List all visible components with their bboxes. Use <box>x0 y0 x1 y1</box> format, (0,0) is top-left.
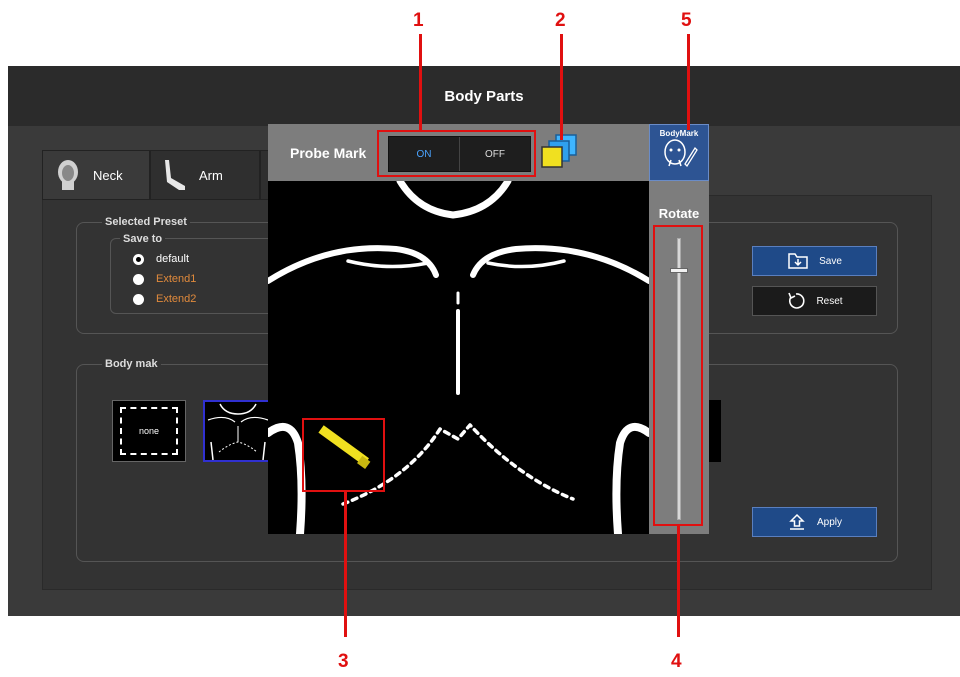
arm-icon <box>165 160 185 190</box>
callout-number-3: 3 <box>338 651 349 672</box>
callout-number-2: 2 <box>555 10 566 31</box>
radio-extend1-label: Extend1 <box>156 273 197 285</box>
callout-line-1 <box>419 34 422 131</box>
callout-box-1 <box>377 130 536 177</box>
radio-extend2-label: Extend2 <box>156 293 197 305</box>
tab-neck[interactable]: Neck <box>42 150 150 200</box>
upload-icon <box>789 513 805 530</box>
none-label: none <box>120 407 178 455</box>
save-button[interactable]: Save <box>752 246 877 276</box>
tab-arm-label: Arm <box>199 167 223 183</box>
callout-line-2 <box>560 34 563 140</box>
callout-line-3 <box>344 491 347 637</box>
bodymark-button-label: BodyMark <box>659 129 699 138</box>
reset-button[interactable]: Reset <box>752 286 877 316</box>
radio-icon <box>133 273 144 285</box>
body-mark-none-thumbnail[interactable]: none <box>112 400 186 462</box>
callout-box-4 <box>653 225 703 526</box>
apply-button-label: Apply <box>816 516 842 528</box>
save-icon <box>788 253 808 269</box>
body-mark-title: Body mak <box>102 358 161 370</box>
radio-extend2[interactable]: Extend2 <box>133 293 196 305</box>
callout-line-4 <box>677 525 680 637</box>
radio-default[interactable]: default <box>133 253 189 265</box>
bodymark-edit-button[interactable]: BodyMark <box>649 124 709 181</box>
selected-preset-title: Selected Preset <box>102 216 190 228</box>
head-edit-icon <box>664 139 698 168</box>
tab-arm[interactable]: Arm <box>150 150 260 200</box>
body-mark-chest-thumbnail[interactable] <box>203 400 273 462</box>
tab-neck-label: Neck <box>93 167 123 183</box>
apply-button[interactable]: Apply <box>752 507 877 537</box>
callout-line-5 <box>687 34 690 130</box>
rotate-label: Rotate <box>658 206 700 221</box>
save-button-label: Save <box>819 255 842 267</box>
reset-icon <box>788 292 805 309</box>
chest-thumbnail-icon <box>207 403 269 461</box>
radio-default-label: default <box>156 253 190 265</box>
radio-extend1[interactable]: Extend1 <box>133 273 196 285</box>
callout-number-1: 1 <box>413 10 424 31</box>
radio-icon <box>133 293 144 305</box>
reset-button-label: Reset <box>816 295 843 307</box>
window-title: Body Parts <box>8 66 960 126</box>
callout-number-5: 5 <box>681 10 692 31</box>
save-to-title: Save to <box>120 233 166 245</box>
callout-number-4: 4 <box>671 651 682 672</box>
head-icon <box>58 160 78 190</box>
callout-box-3 <box>302 418 385 492</box>
probe-mark-label: Probe Mark <box>290 145 367 161</box>
radio-selected-icon <box>133 253 144 265</box>
